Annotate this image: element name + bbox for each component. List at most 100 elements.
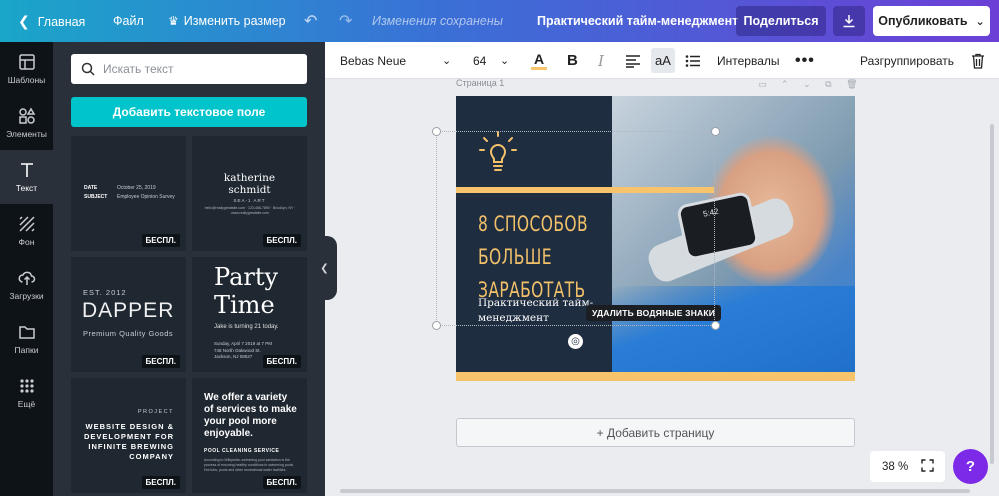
trash-icon[interactable] (971, 42, 985, 79)
undo-icon[interactable]: ↶ (304, 11, 317, 31)
collapse-panel-button[interactable]: ❮ (312, 236, 337, 300)
text-color-button[interactable]: A (530, 42, 548, 79)
tile-subtitle: Jake is turning 21 today. (214, 324, 279, 330)
tile-service: POOL CLEANING SERVICE (204, 448, 280, 454)
top-bar: ❮ Главная Файл ♛ Изменить размер ↶ ↷ Изм… (0, 0, 999, 42)
text-template-tile[interactable]: Party Time Jake is turning 21 today. Sun… (192, 257, 307, 372)
text-color-swatch (531, 66, 547, 70)
note-icon[interactable]: ▭ (758, 79, 767, 89)
rail-item-label: Загрузки (9, 291, 44, 301)
help-button[interactable]: ? (953, 449, 988, 484)
tile-date-label: DATE (84, 185, 98, 191)
tile-title: WEBSITE DESIGN & DEVELOPMENT FOR INFINIT… (83, 422, 174, 461)
free-badge: БЕСПЛ. (141, 476, 180, 489)
text-template-tile[interactable]: DATE October 25, 2019 SUBJECT Employee Opi… (71, 136, 186, 251)
text-template-tile[interactable]: EST. 2012 DAPPER Premium Quality Goods Б… (71, 257, 186, 372)
tile-title: DAPPER (82, 299, 175, 322)
tile-subject-value: Employee Opinion Survey (117, 194, 175, 200)
chevron-down-icon[interactable]: ⌄ (803, 79, 811, 89)
tile-role: SEA-1 ART (233, 198, 266, 203)
spacing-button[interactable]: Интервалы (717, 42, 780, 79)
font-size-value: 64 (473, 53, 487, 68)
tile-date-value: October 25, 2019 (117, 185, 156, 191)
text-icon (20, 163, 33, 177)
horizontal-scrollbar[interactable] (330, 488, 985, 494)
publish-button[interactable]: Опубликовать ⌄ (873, 6, 990, 36)
letter-case-icon[interactable]: aA (651, 48, 675, 73)
side-rail: Шаблоны Элементы Текст Фон Загрузки Папк… (0, 42, 53, 496)
rail-item-templates[interactable]: Шаблоны (0, 42, 53, 96)
resize-button[interactable]: ♛ Изменить размер (168, 14, 286, 28)
rail-item-more[interactable]: Ещё (0, 366, 53, 420)
bold-icon[interactable]: B (567, 42, 578, 79)
text-panel: Добавить текстовое поле DATE October 25, … (53, 42, 325, 496)
redo-icon[interactable]: ↷ (339, 11, 352, 31)
tile-contact: hello@reallygreatsite.com · 123-456-7890… (204, 206, 296, 215)
rail-item-background[interactable]: Фон (0, 204, 53, 258)
download-button[interactable] (833, 6, 865, 36)
free-badge: БЕСПЛ. (262, 234, 301, 247)
search-input[interactable] (103, 62, 293, 76)
selection-box (436, 131, 715, 326)
align-left-icon[interactable] (625, 42, 641, 79)
tile-body: According to Wikipedia, swimming pool sa… (204, 458, 295, 472)
free-badge: БЕСПЛ. (141, 234, 180, 247)
rail-item-label: Папки (14, 345, 39, 355)
rail-item-folders[interactable]: Папки (0, 312, 53, 366)
rail-item-text[interactable]: Текст (0, 150, 53, 204)
vertical-scrollbar[interactable] (988, 84, 996, 484)
italic-icon[interactable]: I (598, 42, 604, 79)
search-box[interactable] (71, 54, 307, 84)
add-page-button[interactable]: + Добавить страницу (456, 418, 855, 447)
home-button[interactable]: ❮ Главная (18, 13, 85, 30)
resize-handle-bottom-left[interactable] (432, 321, 441, 330)
resize-handle-top-right[interactable] (711, 127, 720, 136)
tile-label: PROJECT (137, 409, 174, 415)
document-title[interactable]: Практический тайм-менеджмент (537, 14, 738, 28)
file-label: Файл (113, 14, 144, 28)
text-template-tile[interactable]: We offer a variety of services to make y… (192, 378, 307, 493)
publish-label: Опубликовать (878, 14, 968, 28)
rail-item-elements[interactable]: Элементы (0, 96, 53, 150)
resize-handle-bottom-right[interactable] (711, 321, 720, 330)
free-badge: БЕСПЛ. (262, 355, 301, 368)
rail-item-uploads[interactable]: Загрузки (0, 258, 53, 312)
save-status: Изменения сохранены (372, 14, 503, 28)
fullscreen-icon[interactable] (921, 459, 934, 472)
bottom-accent-stripe (456, 372, 855, 381)
chevron-left-icon: ❮ (320, 262, 329, 274)
more-options-icon[interactable]: ••• (795, 42, 815, 79)
ungroup-button[interactable]: Разгруппировать (860, 42, 954, 79)
list-icon[interactable] (685, 42, 701, 79)
scrollbar-thumb[interactable] (990, 124, 994, 464)
text-color-icon: A (533, 50, 545, 67)
zoom-level: 38 % (882, 460, 909, 473)
chevron-up-icon[interactable]: ⌃ (781, 79, 789, 89)
crown-icon: ♛ (168, 14, 179, 28)
font-size-select[interactable]: 64 ⌄ (473, 42, 513, 79)
share-button[interactable]: Поделиться (736, 6, 826, 36)
add-text-box-button[interactable]: Добавить текстовое поле (71, 97, 307, 127)
folder-icon (18, 326, 35, 339)
scrollbar-thumb[interactable] (340, 489, 970, 493)
font-family-select[interactable]: Bebas Neue ⌄ (340, 42, 455, 79)
duplicate-icon[interactable]: ⧉ (825, 79, 831, 89)
format-toolbar: Bebas Neue ⌄ 64 ⌄ A B I aA Интервалы •••… (325, 42, 999, 79)
chevron-down-icon: ⌄ (500, 55, 510, 67)
tile-title: Party Time (214, 263, 279, 319)
upload-icon (18, 271, 35, 285)
tile-name: katherine schmidt (223, 172, 276, 196)
delete-page-icon[interactable]: 🗑 (846, 79, 857, 89)
tile-est: EST. 2012 (83, 288, 127, 297)
text-template-tile[interactable]: katherine schmidt SEA-1 ART hello@really… (192, 136, 307, 251)
text-template-tile[interactable]: PROJECT WEBSITE DESIGN & DEVELOPMENT FOR… (71, 378, 186, 493)
zoom-control[interactable]: 38 % (870, 451, 945, 482)
download-icon (843, 15, 855, 28)
background-icon (18, 216, 35, 232)
more-grid-icon (19, 379, 34, 393)
page-label: Страница 1 (456, 78, 505, 88)
resize-handle-top-left[interactable] (432, 127, 441, 136)
tile-title: We offer a variety of services to make y… (204, 392, 297, 439)
file-menu-button[interactable]: Файл (113, 14, 144, 28)
rail-item-label: Текст (15, 183, 38, 193)
